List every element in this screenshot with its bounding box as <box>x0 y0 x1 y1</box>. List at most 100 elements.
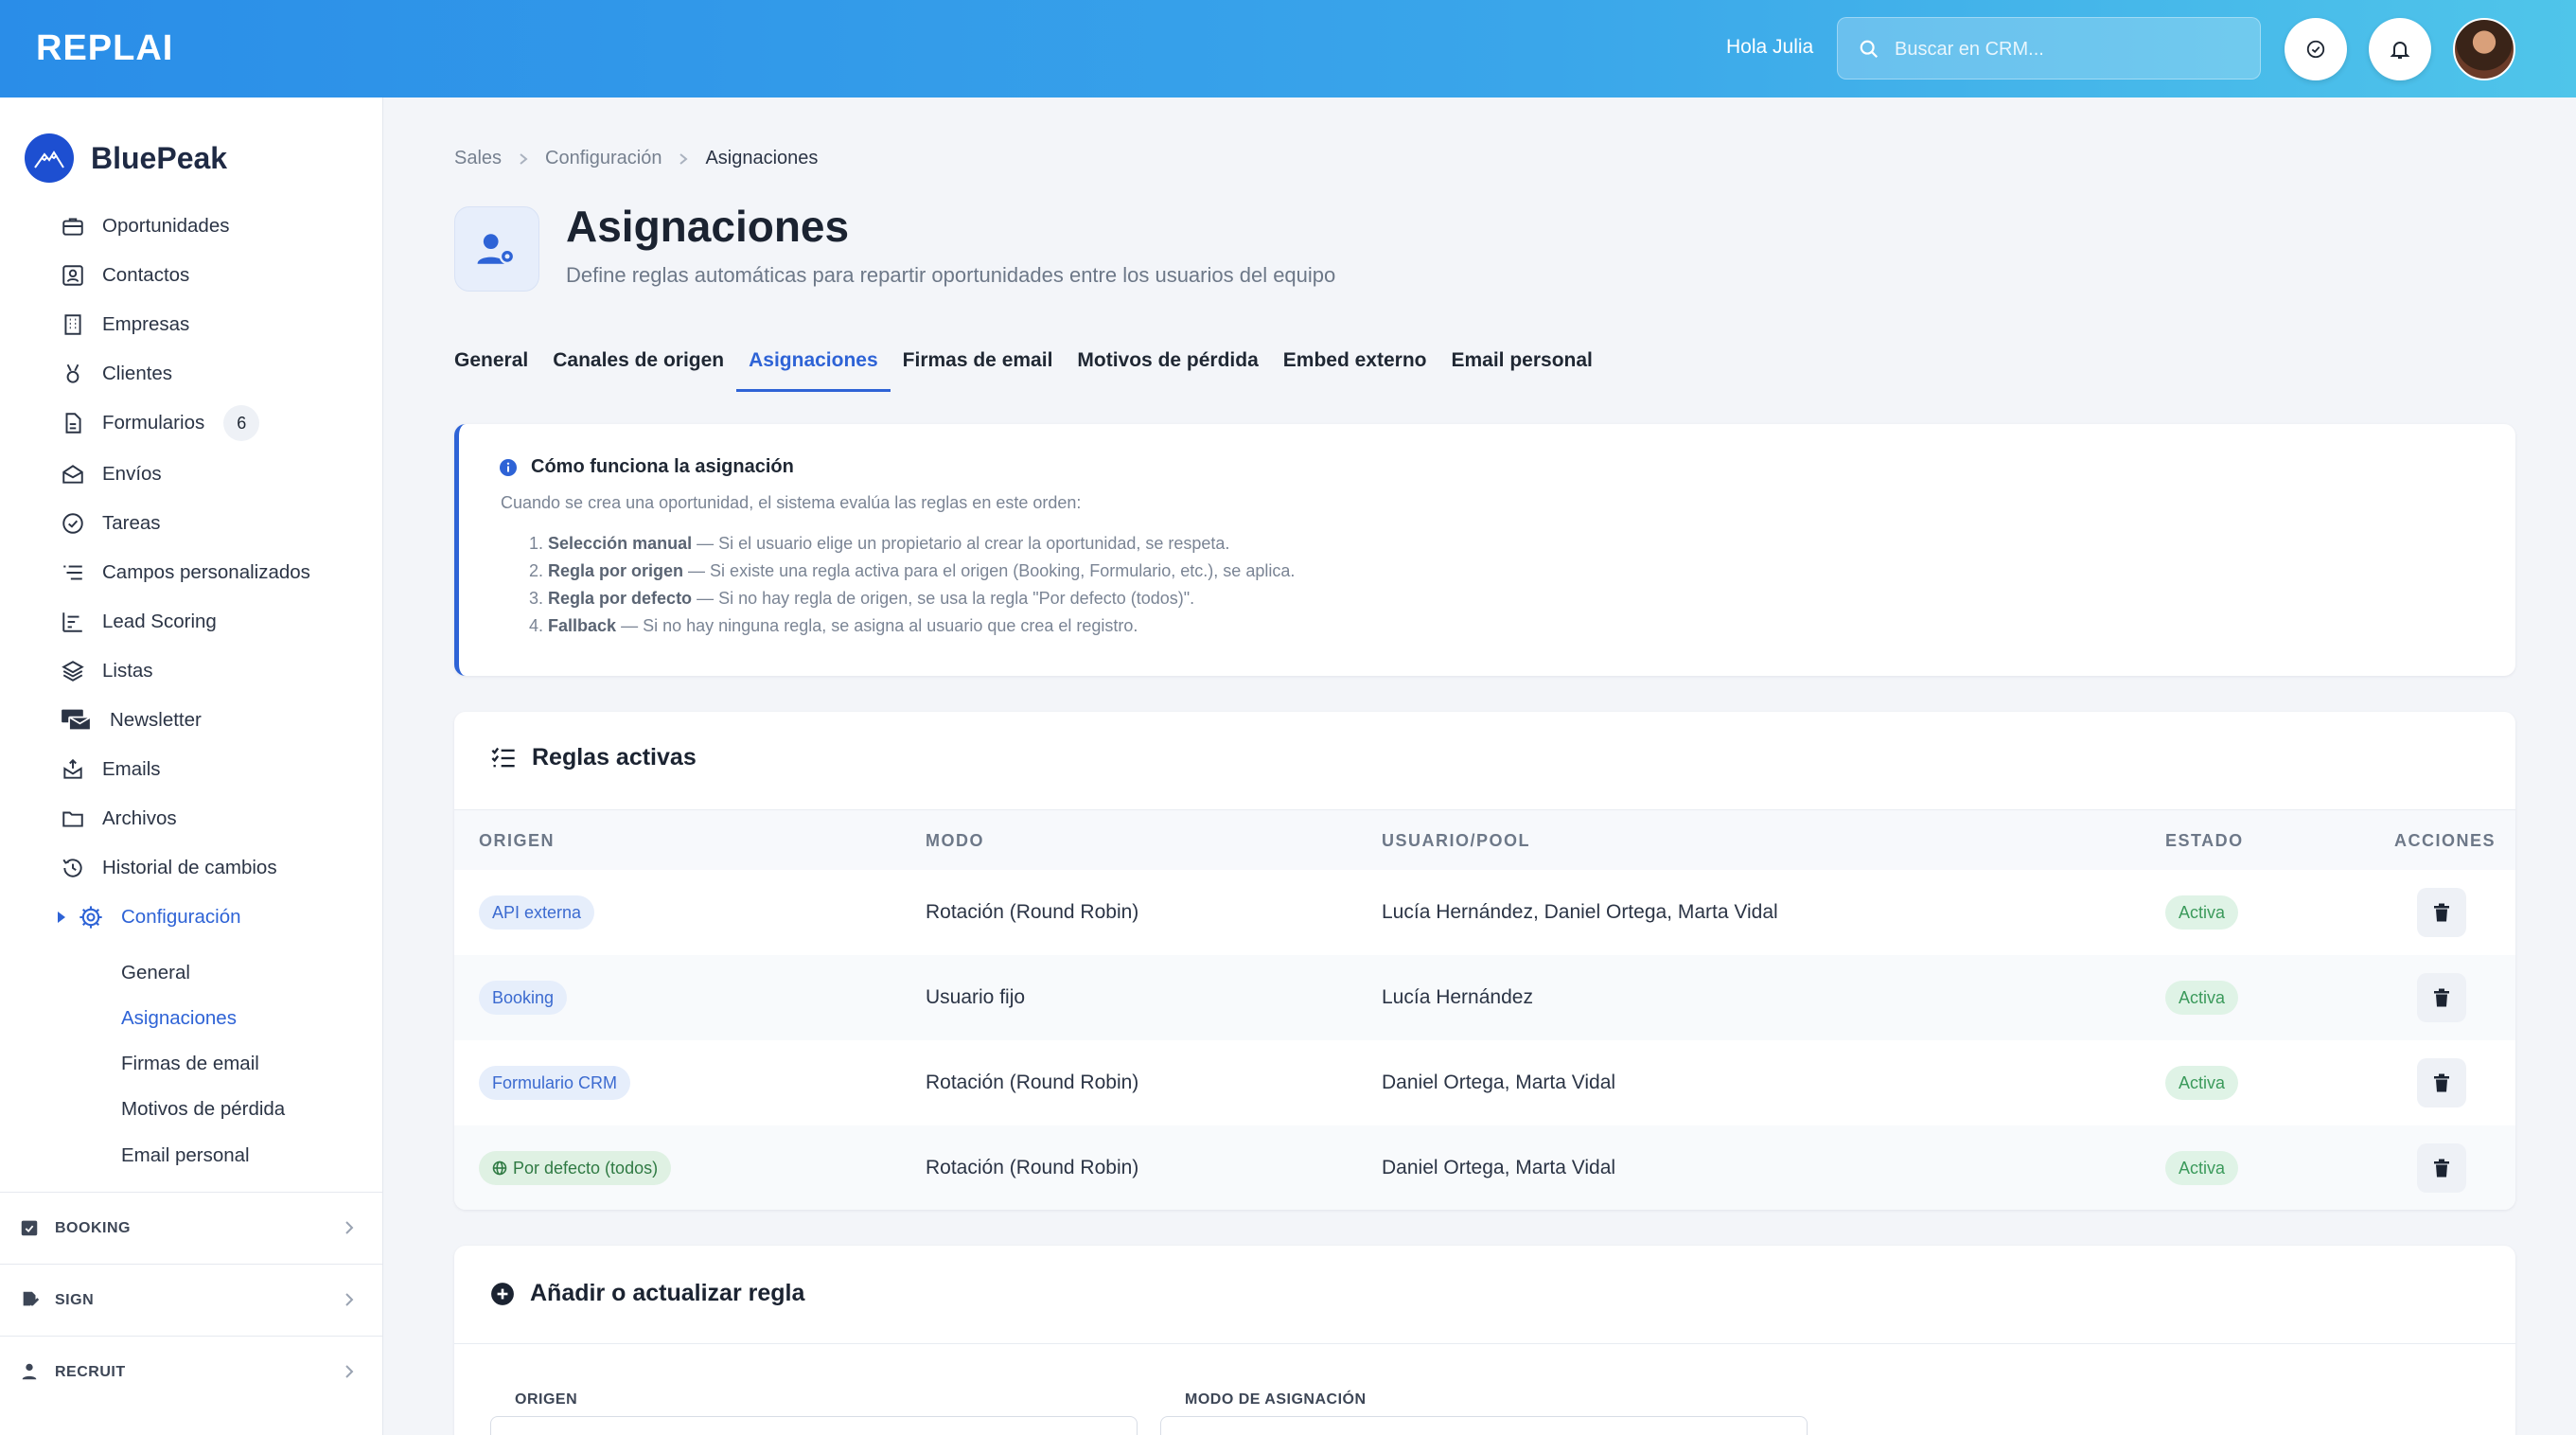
delete-button[interactable] <box>2417 1058 2466 1107</box>
user-gear-icon <box>477 234 516 265</box>
col-origen[interactable]: ORIGEN <box>479 831 555 851</box>
bars-chart-icon <box>62 612 82 632</box>
delete-button[interactable] <box>2417 973 2466 1022</box>
sidebar-item-lead-scoring[interactable]: Lead Scoring <box>61 603 217 641</box>
tab-general[interactable]: General <box>454 345 540 392</box>
delete-button[interactable] <box>2417 888 2466 937</box>
tab-embed-externo[interactable]: Embed externo <box>1271 345 1439 392</box>
top-bar: REPLAI Hola Julia <box>0 0 2576 97</box>
section-label: RECRUIT <box>55 1363 126 1380</box>
sidebar-item-listas[interactable]: Listas <box>61 652 153 690</box>
tab-asignaciones[interactable]: Asignaciones <box>736 345 891 392</box>
greeting: Hola Julia <box>1726 36 1814 58</box>
brand[interactable]: BluePeak <box>25 133 227 183</box>
tab-canales-origen[interactable]: Canales de origen <box>540 345 736 392</box>
sidebar: BluePeak Oportunidades Contactos Empresa… <box>0 97 383 1435</box>
mode-cell: Rotación (Round Robin) <box>926 901 1139 923</box>
sidebar-item-tareas[interactable]: Tareas <box>61 505 161 542</box>
search-input[interactable] <box>1895 29 2245 69</box>
sidebar-item-label: Archivos <box>102 807 177 829</box>
chevron-right-icon <box>679 152 689 165</box>
subnav-asignaciones[interactable]: Asignaciones <box>121 1007 237 1030</box>
check-circle-icon <box>62 513 83 534</box>
document-icon <box>65 413 81 434</box>
users-cell: Daniel Ortega, Marta Vidal <box>1382 1157 1616 1178</box>
contact-card-icon <box>62 265 83 286</box>
sidebar-item-label: Tareas <box>102 512 161 534</box>
envelope-open-icon <box>62 465 83 484</box>
origin-select[interactable] <box>490 1416 1138 1435</box>
mail-stack-icon <box>62 709 92 732</box>
section-recruit[interactable]: RECRUIT <box>0 1336 382 1408</box>
status-badge: Activa <box>2165 1066 2239 1100</box>
sidebar-item-archivos[interactable]: Archivos <box>61 800 177 838</box>
subnav-email-personal[interactable]: Email personal <box>121 1144 250 1167</box>
section-booking[interactable]: BOOKING <box>0 1192 382 1264</box>
sidebar-item-oportunidades[interactable]: Oportunidades <box>61 207 229 245</box>
sidebar-item-label: Campos personalizados <box>102 561 310 583</box>
subnav-general[interactable]: General <box>121 962 190 984</box>
sidebar-item-emails[interactable]: Emails <box>61 751 161 788</box>
search-box[interactable] <box>1837 17 2261 80</box>
origin-label: ORIGEN <box>515 1391 578 1408</box>
trash-icon <box>2434 988 2449 1007</box>
app-logo[interactable]: REPLAI <box>36 28 173 69</box>
user-avatar[interactable] <box>2453 18 2515 80</box>
chevron-right-icon <box>520 152 528 165</box>
chevron-right-icon <box>345 1293 354 1306</box>
col-usuario-pool[interactable]: USUARIO/POOL <box>1382 831 1530 851</box>
sidebar-item-label: Lead Scoring <box>102 611 217 632</box>
users-cell: Lucía Hernández <box>1382 986 1533 1008</box>
sidebar-item-formularios[interactable]: Formularios 6 <box>61 404 260 442</box>
add-rule-card: Añadir o actualizar regla ORIGEN MODO DE… <box>454 1246 2515 1435</box>
sidebar-item-label: Newsletter <box>110 709 202 731</box>
rules-header: Reglas activas <box>490 744 697 771</box>
section-sign[interactable]: SIGN <box>0 1264 382 1336</box>
info-title-text: Cómo funciona la asignación <box>531 456 794 477</box>
mode-cell: Usuario fijo <box>926 986 1026 1008</box>
tab-motivos-perdida[interactable]: Motivos de pérdida <box>1065 345 1270 392</box>
notifications-button[interactable] <box>2369 18 2431 80</box>
section-label: SIGN <box>55 1291 95 1308</box>
sidebar-item-campos-personalizados[interactable]: Campos personalizados <box>61 554 310 592</box>
sidebar-item-envios[interactable]: Envíos <box>61 455 162 493</box>
origin-chip: Booking <box>479 981 568 1015</box>
table-row: Booking Usuario fijo Lucía Hernández Act… <box>454 955 2515 1040</box>
breadcrumb-configuracion[interactable]: Configuración <box>545 148 662 169</box>
user-icon <box>22 1363 37 1380</box>
mode-select[interactable] <box>1160 1416 1808 1435</box>
sidebar-item-historial[interactable]: Historial de cambios <box>61 849 277 887</box>
status-button[interactable] <box>2285 18 2347 80</box>
breadcrumb-sales[interactable]: Sales <box>454 148 502 169</box>
subnav-firmas-email[interactable]: Firmas de email <box>121 1053 259 1075</box>
tab-email-personal[interactable]: Email personal <box>1438 345 1604 392</box>
rules-card: Reglas activas ORIGEN MODO USUARIO/POOL … <box>454 712 2515 1210</box>
mode-cell: Rotación (Round Robin) <box>926 1072 1139 1093</box>
tab-firmas-email[interactable]: Firmas de email <box>891 345 1066 392</box>
status-badge: Activa <box>2165 1151 2239 1185</box>
status-badge: Activa <box>2165 981 2239 1015</box>
sidebar-item-contactos[interactable]: Contactos <box>61 257 189 294</box>
col-estado[interactable]: ESTADO <box>2165 831 2244 851</box>
info-steps: 1. Selección manual — Si el usuario elig… <box>529 530 1295 640</box>
sidebar-item-empresas[interactable]: Empresas <box>61 306 189 344</box>
sidebar-item-label: Emails <box>102 758 161 780</box>
col-modo[interactable]: MODO <box>926 831 984 851</box>
subnav-motivos-perdida[interactable]: Motivos de pérdida <box>121 1098 285 1121</box>
trash-icon <box>2434 903 2449 922</box>
gear-icon <box>79 906 102 929</box>
status-badge: Activa <box>2165 895 2239 930</box>
delete-button[interactable] <box>2417 1143 2466 1193</box>
add-rule-title: Añadir o actualizar regla <box>530 1280 805 1306</box>
sidebar-item-label: Configuración <box>121 906 241 928</box>
sidebar-item-label: Oportunidades <box>102 215 230 237</box>
sidebar-item-newsletter[interactable]: Newsletter <box>61 701 202 739</box>
col-acciones: ACCIONES <box>2394 831 2497 850</box>
medal-icon <box>66 363 79 383</box>
users-cell: Daniel Ortega, Marta Vidal <box>1382 1072 1616 1093</box>
sidebar-item-label: Empresas <box>102 313 190 335</box>
sidebar-item-clientes[interactable]: Clientes <box>61 355 172 393</box>
table-row: Formulario CRM Rotación (Round Robin) Da… <box>454 1040 2515 1125</box>
breadcrumb-current: Asignaciones <box>705 148 819 168</box>
sidebar-item-configuracion[interactable]: Configuración <box>57 898 241 936</box>
